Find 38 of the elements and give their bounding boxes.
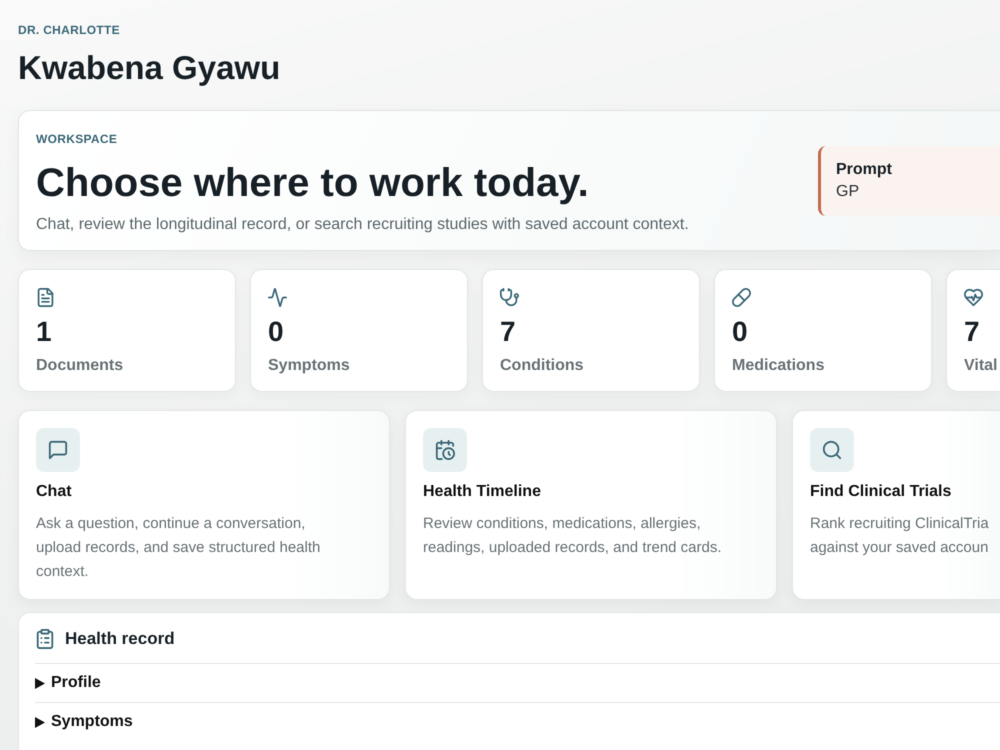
stat-value: 7 xyxy=(964,316,981,348)
stat-label: Vital xyxy=(964,356,998,376)
workspace-card[interactable]: Find Clinical Trials Rank recruiting ClinicalTria against your saved accoun xyxy=(792,410,1000,600)
stethoscope-icon xyxy=(500,288,519,307)
stat-label: Symptoms xyxy=(268,356,351,376)
calendar-clock-icon xyxy=(423,428,467,472)
pill-icon xyxy=(732,288,751,307)
panel-title: Health record xyxy=(65,628,175,650)
chat-bubble-icon xyxy=(36,428,80,472)
page-subtitle: Chat, review the longitudinal record, or search recruiting studies with saved account context. xyxy=(36,215,690,235)
stat-value: 1 xyxy=(36,316,53,348)
card-title: Chat xyxy=(36,482,73,502)
stat-label: Conditions xyxy=(500,356,585,376)
prompt-value: GP xyxy=(836,182,860,202)
prompt-label: Prompt xyxy=(836,160,893,180)
section-toggle[interactable]: Profile xyxy=(35,674,101,692)
workspace-card[interactable]: Health Timeline Review conditions, medications, allergies, readings, uploaded records, and trend cards. xyxy=(405,410,777,600)
stat-value: 0 xyxy=(268,316,285,348)
card-description: Ask a question, continue a conversation, upload records, and save structured health context. xyxy=(36,514,322,582)
clipboard-icon xyxy=(35,629,55,649)
stat-value: 0 xyxy=(732,316,749,348)
section-label: WORKSPACE xyxy=(36,131,118,147)
account-label: DR. CHARLOTTE xyxy=(18,22,121,38)
stat-value: 7 xyxy=(500,316,517,348)
card-description: Review conditions, medications, allergies, readings, uploaded records, and trend cards. xyxy=(423,514,723,558)
card-title: Find Clinical Trials xyxy=(810,482,952,502)
workspace-card[interactable]: Chat Ask a question, continue a conversation, upload records, and save structured health context. xyxy=(18,410,390,600)
section-toggle[interactable]: Symptoms xyxy=(35,713,133,731)
stat-label: Medications xyxy=(732,356,826,376)
search-icon xyxy=(810,428,854,472)
card-title: Health Timeline xyxy=(423,482,542,502)
patient-name: Kwabena Gyawu xyxy=(18,48,282,88)
stat-label: Documents xyxy=(36,356,124,376)
page-heading: Choose where to work today. xyxy=(36,160,590,207)
document-icon xyxy=(36,288,55,307)
heart-pulse-icon xyxy=(964,288,983,307)
pulse-line-icon xyxy=(268,288,287,307)
card-description: Rank recruiting ClinicalTria against your saved accoun xyxy=(810,514,990,558)
